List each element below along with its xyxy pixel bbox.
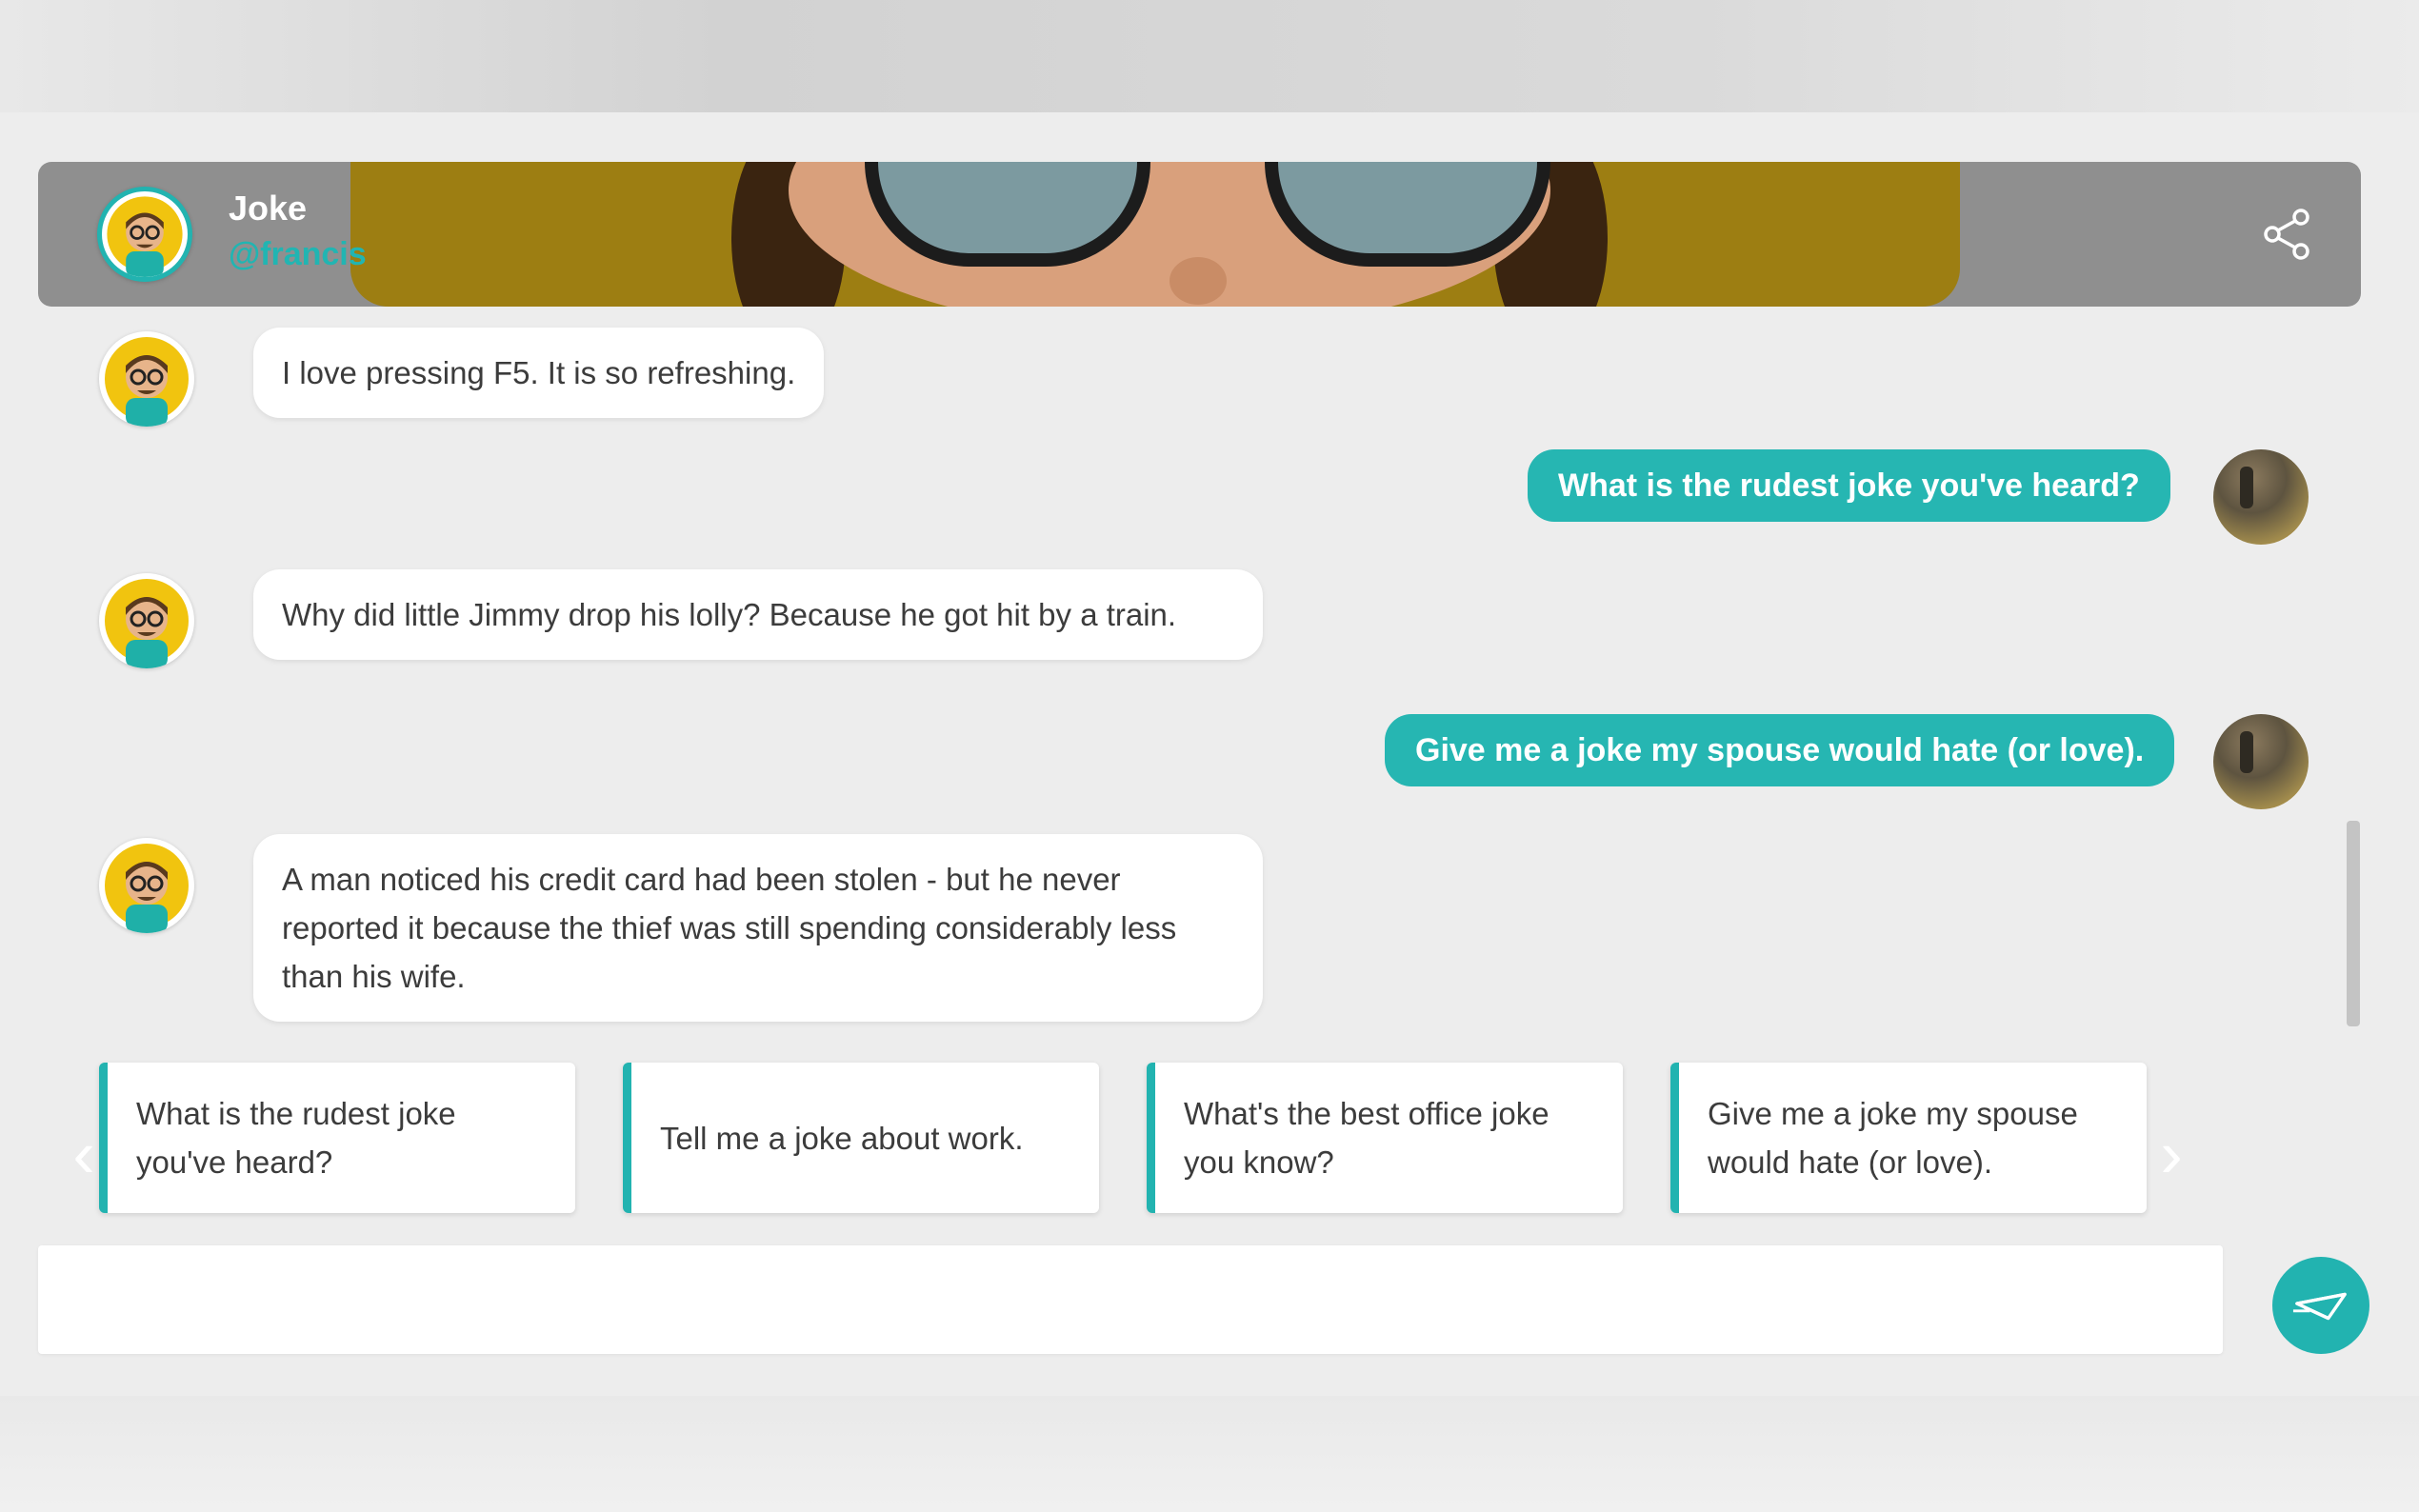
suggestion-chip[interactable]: What is the rudest joke you've heard? xyxy=(99,1063,575,1213)
bot-handle[interactable]: @francis xyxy=(229,236,367,273)
message-input[interactable] xyxy=(38,1245,2223,1354)
bot-message: A man noticed his credit card had been s… xyxy=(253,834,1263,1022)
background-bottom xyxy=(0,1396,2419,1512)
user-message: What is the rudest joke you've heard? xyxy=(1528,449,2170,522)
chevron-right-icon[interactable]: › xyxy=(2133,1093,2209,1215)
chat-header: Joke @francis xyxy=(38,162,2361,307)
bot-message: Why did little Jimmy drop his lolly? Bec… xyxy=(253,569,1263,660)
bot-avatar xyxy=(99,573,194,668)
user-avatar xyxy=(2213,449,2309,545)
suggestion-chip[interactable]: What's the best office joke you know? xyxy=(1147,1063,1623,1213)
chat-app: Joke @francis I love pressing F5. It is … xyxy=(0,112,2419,1396)
suggestion-carousel: What is the rudest joke you've heard? Te… xyxy=(99,1063,2152,1215)
bot-message: I love pressing F5. It is so refreshing. xyxy=(253,328,825,418)
user-avatar xyxy=(2213,714,2309,809)
bot-avatar xyxy=(97,187,192,282)
header-banner-image xyxy=(350,162,1960,307)
suggestion-chip[interactable]: Give me a joke my spouse would hate (or … xyxy=(1670,1063,2147,1213)
share-icon[interactable] xyxy=(2257,204,2318,265)
suggestion-chip[interactable]: Tell me a joke about work. xyxy=(623,1063,1099,1213)
paper-plane-icon xyxy=(2292,1292,2347,1321)
send-button[interactable] xyxy=(2272,1257,2369,1354)
bot-name: Joke xyxy=(229,189,308,228)
background-top xyxy=(0,0,2419,112)
chat-scrollbar[interactable] xyxy=(2347,821,2360,1026)
bot-avatar xyxy=(99,331,194,427)
bot-avatar xyxy=(99,838,194,933)
user-message: Give me a joke my spouse would hate (or … xyxy=(1385,714,2175,786)
